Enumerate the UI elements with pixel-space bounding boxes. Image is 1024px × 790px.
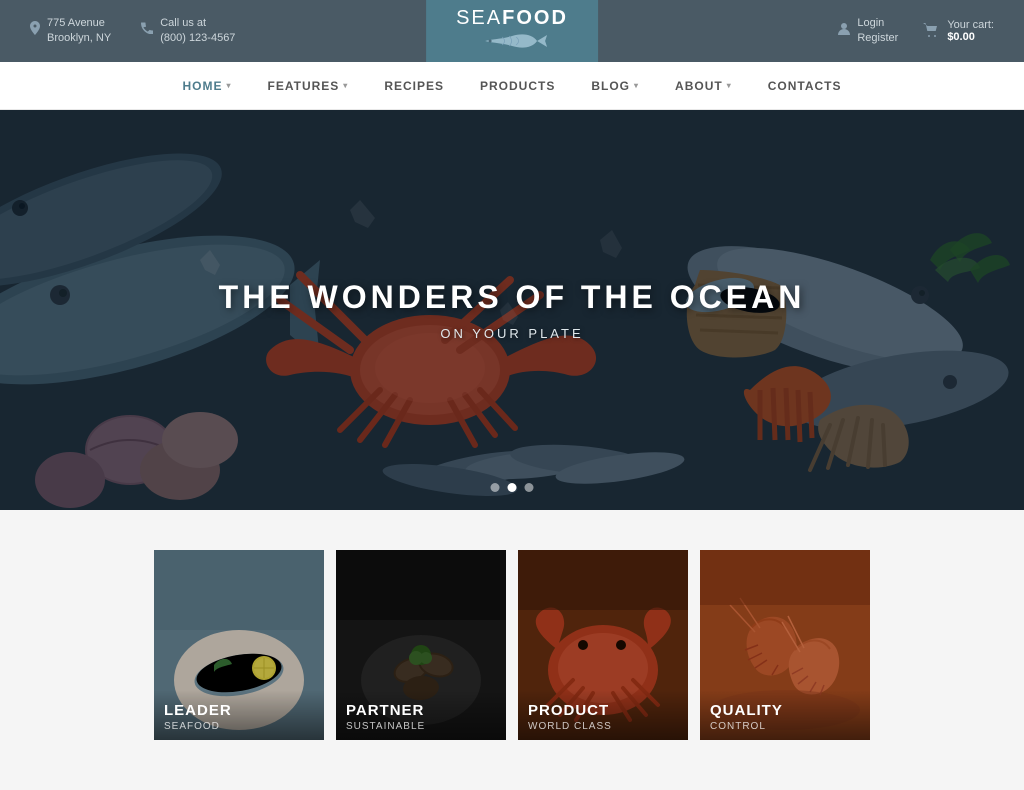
chevron-down-icon: ▾ (727, 81, 732, 90)
hero-title: THE WONDERS OF THE OCEAN (219, 279, 806, 316)
card-product-subtitle: World Class (528, 721, 678, 732)
card-quality-title: QUALITY (710, 702, 860, 719)
card-product[interactable]: PRODUCT World Class (518, 550, 688, 740)
phone-label: Call us at (160, 16, 235, 31)
card-leader[interactable]: LEADER Seafood (154, 550, 324, 740)
main-nav: HOME ▾ FEATURES ▾ RECIPES PRODUCTS BLOG … (0, 62, 1024, 110)
cart-amount: $0.00 (947, 31, 994, 43)
nav-blog[interactable]: BLOG ▾ (573, 62, 657, 109)
nav-home[interactable]: HOME ▾ (165, 62, 250, 109)
address-info: 775 Avenue Brooklyn, NY (30, 16, 111, 47)
register-link[interactable]: Register (857, 31, 898, 46)
cart-icon (923, 23, 939, 40)
card-partner[interactable]: PARTNER Sustainable (336, 550, 506, 740)
address-line1: 775 Avenue (47, 16, 111, 31)
address-line2: Brooklyn, NY (47, 31, 111, 46)
hero-dot-1[interactable] (491, 483, 500, 492)
logo-food: FOOD (502, 7, 568, 30)
chevron-down-icon: ▾ (227, 81, 232, 90)
logo-sea: SEA (456, 7, 502, 30)
hero-content: THE WONDERS OF THE OCEAN ON YOUR PLATE (0, 110, 1024, 510)
phone-icon (141, 22, 153, 39)
hero-dots (491, 483, 534, 492)
hero-subtitle: ON YOUR PLATE (440, 326, 583, 341)
nav-products[interactable]: PRODUCTS (462, 62, 573, 109)
phone-number: (800) 123-4567 (160, 31, 235, 46)
chevron-down-icon: ▾ (634, 81, 639, 90)
top-bar: 775 Avenue Brooklyn, NY Call us at (800)… (0, 0, 1024, 62)
nav-about[interactable]: ABOUT ▾ (657, 62, 750, 109)
chevron-down-icon: ▾ (343, 81, 348, 90)
location-pin-icon (30, 21, 40, 40)
hero-dot-2[interactable] (508, 483, 517, 492)
top-bar-left: 775 Avenue Brooklyn, NY Call us at (800)… (30, 16, 235, 47)
user-icon (838, 22, 850, 40)
cards-section: LEADER Seafood (0, 510, 1024, 790)
card-product-title: PRODUCT (528, 702, 678, 719)
login-link[interactable]: Login (857, 16, 884, 31)
nav-features[interactable]: FEATURES ▾ (250, 62, 367, 109)
cart-label: Your cart: (947, 19, 994, 31)
card-leader-subtitle: Seafood (164, 721, 314, 732)
top-bar-right: Login Register Your cart: $0.00 (838, 16, 994, 47)
nav-contacts[interactable]: CONTACTS (750, 62, 860, 109)
logo[interactable]: SEAFOOD (426, 0, 598, 62)
card-leader-title: LEADER (164, 702, 314, 719)
nav-recipes[interactable]: RECIPES (366, 62, 462, 109)
card-quality[interactable]: QUALITY Control (700, 550, 870, 740)
card-partner-subtitle: Sustainable (346, 721, 496, 732)
hero-dot-3[interactable] (525, 483, 534, 492)
card-quality-subtitle: Control (710, 721, 860, 732)
phone-info: Call us at (800) 123-4567 (141, 16, 235, 47)
hero-section: THE WONDERS OF THE OCEAN ON YOUR PLATE (0, 110, 1024, 510)
card-partner-title: PARTNER (346, 702, 496, 719)
cart-info[interactable]: Your cart: $0.00 (923, 19, 994, 43)
